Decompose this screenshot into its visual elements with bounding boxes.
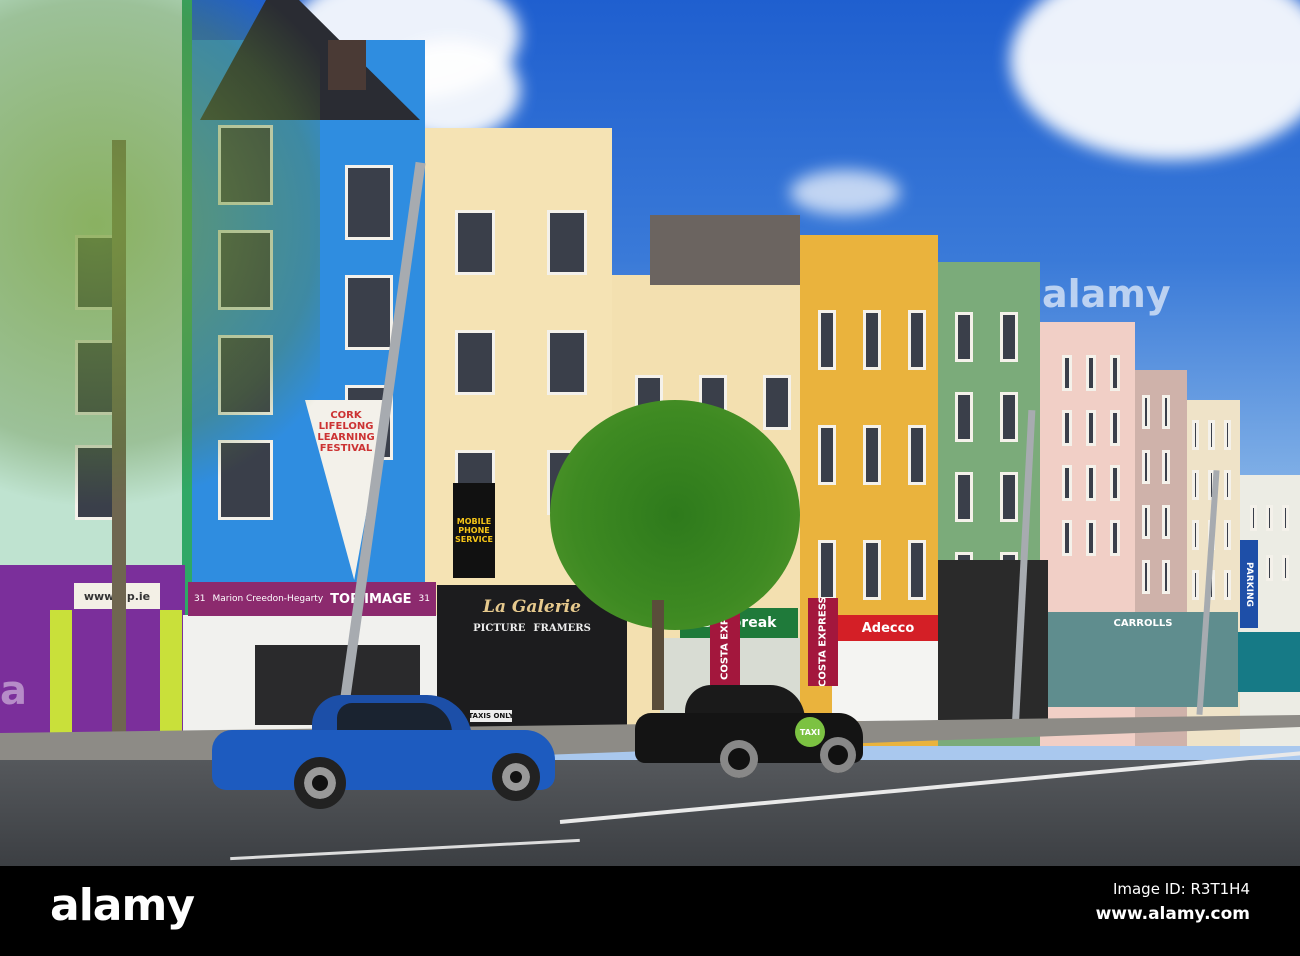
window [345,275,393,350]
window [863,310,881,370]
window [908,540,926,600]
taxi-decal: TAXI [795,717,825,747]
taxi-car: TAXI [635,685,863,780]
window [345,165,393,240]
parking-sign: PARKING [1240,540,1258,628]
watermark-logo: alamy [1042,272,1171,316]
window [1224,420,1231,450]
window [1192,470,1199,500]
window [863,540,881,600]
window [1208,420,1215,450]
window [1142,450,1150,484]
window [1110,465,1120,501]
taxis-only-sign: TAXIS ONLY [470,710,512,722]
window [908,310,926,370]
window [1062,465,1072,501]
window [1110,410,1120,446]
window [908,425,926,485]
window [1192,420,1199,450]
window [1086,465,1096,501]
teal-shopfront [1238,632,1300,692]
window [1000,392,1018,442]
adecco-sign: Adecco [832,615,944,641]
mobile-phone-sign: MOBILE PHONE SERVICE [453,483,495,578]
tree-foliage [0,0,320,560]
carrolls-shopfront: CARROLLS [1048,612,1238,707]
window [1062,520,1072,556]
window [1282,555,1289,581]
window [1162,560,1170,594]
window [547,210,587,275]
window [1142,505,1150,539]
window [763,375,791,430]
window [1266,555,1273,581]
window [1224,570,1231,600]
street-photo: www.tip.ie 31 Marion Creedon-Hegarty TOP… [0,0,1300,866]
window [818,310,836,370]
window [1086,410,1096,446]
window [547,330,587,395]
window [1162,450,1170,484]
window [1142,560,1150,594]
window [1224,470,1231,500]
window [955,312,973,362]
window [1062,410,1072,446]
window [818,425,836,485]
window [818,540,836,600]
window [1162,505,1170,539]
alamy-logo: alamy [50,880,195,931]
cloud [1010,0,1300,160]
window [1282,505,1289,531]
top-image-sign: 31 Marion Creedon-Hegarty TOP IMAGE 31 [188,582,436,616]
window [863,425,881,485]
alamy-url: www.alamy.com [1095,904,1250,924]
window [955,472,973,522]
window [1000,472,1018,522]
window [1224,520,1231,550]
watermark-logo: a [0,668,27,714]
costa-banner: COSTA EXPRESS [808,598,838,686]
image-id: Image ID: R3T1H4 [1112,880,1250,898]
chimney [328,40,366,90]
window [1192,570,1199,600]
window [1062,355,1072,391]
watermark-bar: alamy Image ID: R3T1H4 www.alamy.com [0,866,1300,956]
window [1192,520,1199,550]
window [455,210,495,275]
window [455,330,495,395]
grey-roof [650,215,800,285]
window [1162,395,1170,429]
window [1250,505,1257,531]
window [1086,355,1096,391]
window [1110,520,1120,556]
window [1000,312,1018,362]
window [955,392,973,442]
window [1266,505,1273,531]
dark-shopfront [938,560,1048,720]
window [1142,395,1150,429]
window [1110,355,1120,391]
window [1086,520,1096,556]
tree-foliage [550,400,800,630]
cloud [790,170,900,215]
